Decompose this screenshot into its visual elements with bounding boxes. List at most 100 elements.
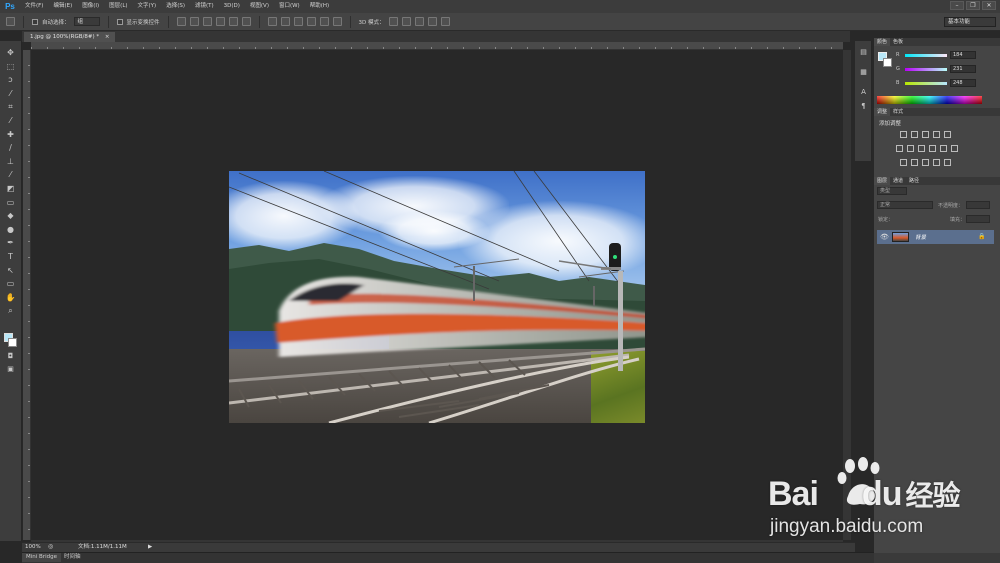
color-balance-icon[interactable]: [907, 145, 914, 152]
tab-timeline[interactable]: 时间轴: [60, 553, 85, 562]
auto-select-checkbox[interactable]: [32, 18, 38, 25]
gradient-tool[interactable]: ▭: [5, 197, 16, 208]
tab-mini-bridge[interactable]: Mini Bridge: [22, 553, 61, 562]
curves-icon[interactable]: [922, 131, 929, 138]
color-panel-background[interactable]: [883, 58, 892, 67]
move-tool-preset-icon[interactable]: [6, 17, 15, 26]
selective-color-icon[interactable]: [944, 159, 951, 166]
quick-select-tool[interactable]: ⁄: [5, 88, 16, 99]
g-value-field[interactable]: 231: [950, 65, 976, 73]
g-slider[interactable]: [905, 68, 947, 71]
tab-channels[interactable]: 通道: [890, 177, 906, 185]
layer-row-background[interactable]: 👁 背景 🔒: [877, 230, 994, 244]
distribute-top-icon[interactable]: [267, 17, 277, 26]
b-value-field[interactable]: 248: [950, 79, 976, 87]
properties-icon[interactable]: ▦: [858, 67, 869, 78]
background-color-swatch[interactable]: [8, 338, 17, 347]
history-icon[interactable]: ▤: [858, 47, 869, 58]
posterize-icon[interactable]: [911, 159, 918, 166]
menu-layer[interactable]: 图层(L): [104, 0, 132, 13]
align-vcenter-icon[interactable]: [189, 17, 199, 26]
shape-tool[interactable]: ▭: [5, 278, 16, 289]
hue-saturation-icon[interactable]: [896, 145, 903, 152]
roll-3d-icon[interactable]: [401, 17, 411, 26]
menu-window[interactable]: 窗口(W): [274, 0, 305, 13]
distribute-bottom-icon[interactable]: [293, 17, 303, 26]
show-transform-checkbox[interactable]: [116, 18, 123, 25]
eraser-tool[interactable]: ◩: [5, 183, 16, 194]
opacity-field[interactable]: [966, 201, 990, 209]
color-spectrum-ramp[interactable]: [877, 96, 982, 104]
color-lookup-icon[interactable]: [951, 145, 958, 152]
character-icon[interactable]: A: [858, 87, 869, 98]
slide-3d-icon[interactable]: [427, 17, 437, 26]
menu-image[interactable]: 图像(I): [77, 0, 104, 13]
screen-mode-icon[interactable]: ▣: [5, 364, 16, 375]
exposure-icon[interactable]: [933, 131, 940, 138]
type-tool[interactable]: T: [5, 251, 16, 262]
history-brush-tool[interactable]: ⁄: [5, 169, 16, 180]
hand-tool[interactable]: ✋: [5, 292, 16, 303]
zoom-level[interactable]: 100%: [25, 543, 41, 551]
marquee-tool[interactable]: ⬚: [5, 61, 16, 72]
status-menu-arrow[interactable]: ▶: [148, 543, 152, 551]
drag-3d-icon[interactable]: [414, 17, 424, 26]
menu-select[interactable]: 选择(S): [161, 0, 190, 13]
r-value-field[interactable]: 184: [950, 51, 976, 59]
restore-button[interactable]: ❐: [966, 1, 980, 10]
r-slider[interactable]: [905, 54, 947, 57]
brightness-contrast-icon[interactable]: [900, 131, 907, 138]
path-select-tool[interactable]: ↖: [5, 265, 16, 276]
clone-stamp-tool[interactable]: ⊥: [5, 156, 16, 167]
workspace-dropdown[interactable]: 基本功能: [944, 17, 996, 27]
brush-tool[interactable]: ∕: [5, 142, 16, 153]
levels-icon[interactable]: [911, 131, 918, 138]
close-button[interactable]: ✕: [982, 1, 996, 10]
eyedropper-tool[interactable]: ⁄: [5, 115, 16, 126]
tab-paths[interactable]: 路径: [906, 177, 922, 185]
align-left-icon[interactable]: [215, 17, 225, 26]
blend-mode-dropdown[interactable]: 正常: [877, 201, 933, 209]
status-info-icon[interactable]: ◎: [48, 543, 53, 551]
gradient-map-icon[interactable]: [933, 159, 940, 166]
quick-mask-icon[interactable]: ◘: [5, 351, 16, 362]
horizontal-ruler[interactable]: [31, 42, 843, 50]
paragraph-icon[interactable]: ¶: [858, 101, 869, 112]
pen-tool[interactable]: ✒: [5, 237, 16, 248]
align-right-icon[interactable]: [241, 17, 251, 26]
distribute-hcenter-icon[interactable]: [319, 17, 329, 26]
fill-field[interactable]: [966, 215, 990, 223]
auto-select-dropdown[interactable]: 组: [73, 17, 100, 26]
black-white-icon[interactable]: [918, 145, 925, 152]
healing-brush-tool[interactable]: ✚: [5, 129, 16, 140]
rotate-3d-icon[interactable]: [388, 17, 398, 26]
menu-filter[interactable]: 滤镜(T): [190, 0, 219, 13]
menu-view[interactable]: 视图(V): [245, 0, 274, 13]
b-slider[interactable]: [905, 82, 947, 85]
menu-file[interactable]: 文件(F): [20, 0, 48, 13]
tab-swatches[interactable]: 色板: [890, 38, 906, 46]
align-bottom-icon[interactable]: [202, 17, 212, 26]
move-tool[interactable]: ✥: [5, 47, 16, 58]
threshold-icon[interactable]: [922, 159, 929, 166]
vibrance-icon[interactable]: [944, 131, 951, 138]
distribute-left-icon[interactable]: [306, 17, 316, 26]
distribute-right-icon[interactable]: [332, 17, 342, 26]
minimize-button[interactable]: –: [950, 1, 964, 10]
blur-tool[interactable]: ◆: [5, 210, 16, 221]
zoom-tool[interactable]: ⌕: [5, 305, 16, 316]
tab-color[interactable]: 颜色: [874, 38, 891, 46]
tab-adjustments[interactable]: 调整: [874, 108, 891, 116]
menu-type[interactable]: 文字(Y): [133, 0, 162, 13]
menu-edit[interactable]: 编辑(E): [48, 0, 77, 13]
layer-name[interactable]: 背景: [915, 233, 926, 241]
align-hcenter-icon[interactable]: [228, 17, 238, 26]
document-tab[interactable]: 1.jpg @ 100%(RGB/8#) * ×: [24, 32, 116, 42]
crop-tool[interactable]: ⌗: [5, 101, 16, 112]
layer-filter-dropdown[interactable]: 类型: [877, 187, 907, 195]
document-image[interactable]: [229, 171, 645, 423]
vertical-ruler[interactable]: [23, 50, 31, 540]
tab-layers[interactable]: 图层: [874, 177, 891, 185]
tab-styles[interactable]: 样式: [890, 108, 906, 116]
scale-3d-icon[interactable]: [440, 17, 450, 26]
